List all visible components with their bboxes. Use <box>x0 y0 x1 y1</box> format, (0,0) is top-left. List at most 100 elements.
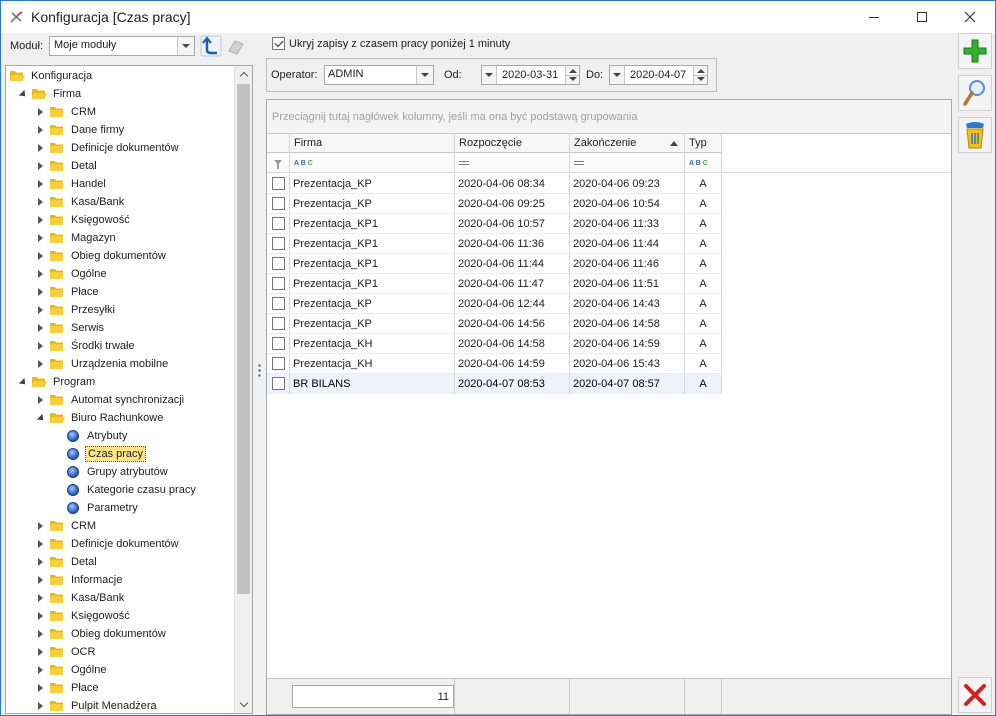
tree-item[interactable]: Program <box>17 373 97 391</box>
expand-arrow-icon[interactable] <box>35 287 45 297</box>
table-row[interactable]: Prezentacja_KP 2020-04-06 08:34 2020-04-06… <box>267 174 723 194</box>
expand-arrow-icon[interactable] <box>35 143 45 153</box>
row-select-cell[interactable] <box>267 334 290 354</box>
date-from-spinner[interactable] <box>565 66 579 84</box>
tree-item[interactable]: Definicje dokumentów <box>35 535 181 553</box>
expand-arrow-icon[interactable] <box>35 161 45 171</box>
tree-item[interactable]: Przesyłki <box>35 301 117 319</box>
row-checkbox[interactable] <box>271 237 285 250</box>
tree-item[interactable]: Biuro Rachunkowe <box>35 409 165 427</box>
date-from-dropdown[interactable] <box>482 66 497 84</box>
table-row[interactable]: Prezentacja_KP 2020-04-06 12:44 2020-04-06… <box>267 294 723 314</box>
group-by-area[interactable]: Przeciągnij tutaj nagłówek kolumny, jeśl… <box>267 100 951 134</box>
expand-arrow-icon[interactable] <box>35 593 45 603</box>
row-checkbox[interactable] <box>271 377 285 390</box>
tree-item[interactable]: Płace <box>35 283 101 301</box>
row-checkbox[interactable] <box>271 257 285 270</box>
tree-item[interactable]: Detal <box>35 157 99 175</box>
tree-item[interactable]: OCR <box>35 643 97 661</box>
expand-arrow-icon[interactable] <box>35 233 45 243</box>
expand-arrow-icon[interactable] <box>35 125 45 135</box>
row-select-cell[interactable] <box>267 234 290 254</box>
expand-arrow-icon[interactable] <box>35 179 45 189</box>
tree-item[interactable]: Kasa/Bank <box>35 589 126 607</box>
back-arrow-icon[interactable] <box>200 35 222 57</box>
operator-dropdown-button[interactable] <box>416 66 433 84</box>
window-close-button[interactable] <box>947 1 993 33</box>
row-checkbox[interactable] <box>271 217 285 230</box>
expand-arrow-icon[interactable] <box>35 269 45 279</box>
table-row[interactable]: BR BILANS 2020-04-07 08:53 2020-04-07 08:5… <box>267 374 723 394</box>
minimize-button[interactable] <box>851 1 897 33</box>
expand-arrow-icon[interactable] <box>35 557 45 567</box>
tree-item[interactable]: Obieg dokumentów <box>35 625 168 643</box>
row-select-cell[interactable] <box>267 314 290 334</box>
preview-button[interactable] <box>958 75 992 111</box>
row-select-cell[interactable] <box>267 354 290 374</box>
tree-item[interactable]: Księgowość <box>35 607 132 625</box>
tree-item[interactable]: Kasa/Bank <box>35 193 126 211</box>
row-select-cell[interactable] <box>267 194 290 214</box>
expand-arrow-icon[interactable] <box>35 305 45 315</box>
row-select-cell[interactable] <box>267 274 290 294</box>
tree-item[interactable]: Dane firmy <box>35 121 126 139</box>
table-row[interactable]: Prezentacja_KH 2020-04-06 14:58 2020-04-06… <box>267 334 723 354</box>
table-row[interactable]: Prezentacja_KP1 2020-04-06 11:47 2020-04-0… <box>267 274 723 294</box>
row-checkbox[interactable] <box>271 337 285 350</box>
expand-arrow-icon[interactable] <box>35 341 45 351</box>
tree-item[interactable]: Definicje dokumentów <box>35 139 181 157</box>
row-select-cell[interactable] <box>267 174 290 194</box>
module-select[interactable]: Moje moduły <box>49 36 195 56</box>
expand-arrow-icon[interactable] <box>35 359 45 369</box>
expand-arrow-icon[interactable] <box>35 575 45 585</box>
expand-arrow-icon[interactable] <box>35 395 45 405</box>
date-to-spinner[interactable] <box>693 66 707 84</box>
tree-item[interactable]: Magazyn <box>35 229 118 247</box>
expand-arrow-icon[interactable] <box>35 665 45 675</box>
table-row[interactable]: Prezentacja_KP1 2020-04-06 11:36 2020-04-0… <box>267 234 723 254</box>
column-header-firma[interactable]: Firma <box>290 134 455 153</box>
table-row[interactable]: Prezentacja_KP1 2020-04-06 11:44 2020-04-0… <box>267 254 723 274</box>
tree-item[interactable]: Parametry <box>53 499 140 517</box>
row-checkbox[interactable] <box>271 317 285 330</box>
tree-item[interactable]: Automat synchronizacji <box>35 391 186 409</box>
collapse-arrow-icon[interactable] <box>35 413 47 423</box>
filter-type[interactable]: A B C <box>685 153 722 172</box>
collapse-arrow-icon[interactable] <box>17 89 29 99</box>
filter-firma[interactable]: A B C <box>290 153 455 172</box>
tree-item[interactable]: Czas pracy <box>53 445 147 463</box>
row-checkbox[interactable] <box>271 277 285 290</box>
expand-arrow-icon[interactable] <box>35 611 45 621</box>
expand-arrow-icon[interactable] <box>35 521 45 531</box>
filter-start[interactable] <box>455 153 570 172</box>
expand-arrow-icon[interactable] <box>35 647 45 657</box>
tree-item[interactable]: Handel <box>35 175 108 193</box>
close-form-button[interactable] <box>958 677 992 713</box>
delete-button[interactable] <box>958 117 992 153</box>
row-select-cell[interactable] <box>267 214 290 234</box>
row-checkbox[interactable] <box>271 357 285 370</box>
add-button[interactable] <box>958 33 992 69</box>
tree-item[interactable]: Płace <box>35 679 101 697</box>
row-select-cell[interactable] <box>267 254 290 274</box>
expand-arrow-icon[interactable] <box>35 629 45 639</box>
scroll-up-button[interactable] <box>235 66 252 83</box>
tree-item[interactable]: Kategorie czasu pracy <box>53 481 198 499</box>
module-dropdown-button[interactable] <box>177 37 194 55</box>
date-to-dropdown[interactable] <box>610 66 625 84</box>
tree-item[interactable]: Informacje <box>35 571 124 589</box>
tree-item[interactable]: Środki trwałe <box>35 337 137 355</box>
scroll-down-button[interactable] <box>235 696 252 713</box>
collapse-arrow-icon[interactable] <box>17 377 29 387</box>
table-row[interactable]: Prezentacja_KH 2020-04-06 14:59 2020-04-06… <box>267 354 723 374</box>
column-header-type[interactable]: Typ <box>685 134 722 153</box>
row-checkbox[interactable] <box>271 297 285 310</box>
tree-item[interactable]: CRM <box>35 103 98 121</box>
tree-item[interactable]: Detal <box>35 553 99 571</box>
expand-arrow-icon[interactable] <box>35 107 45 117</box>
date-from-field[interactable]: 2020-03-31 <box>481 65 580 85</box>
tree-item[interactable]: Serwis <box>35 319 106 337</box>
column-header-end[interactable]: Zakończenie <box>570 134 685 153</box>
maximize-button[interactable] <box>899 1 945 33</box>
tree-item[interactable]: Urządzenia mobilne <box>35 355 170 373</box>
